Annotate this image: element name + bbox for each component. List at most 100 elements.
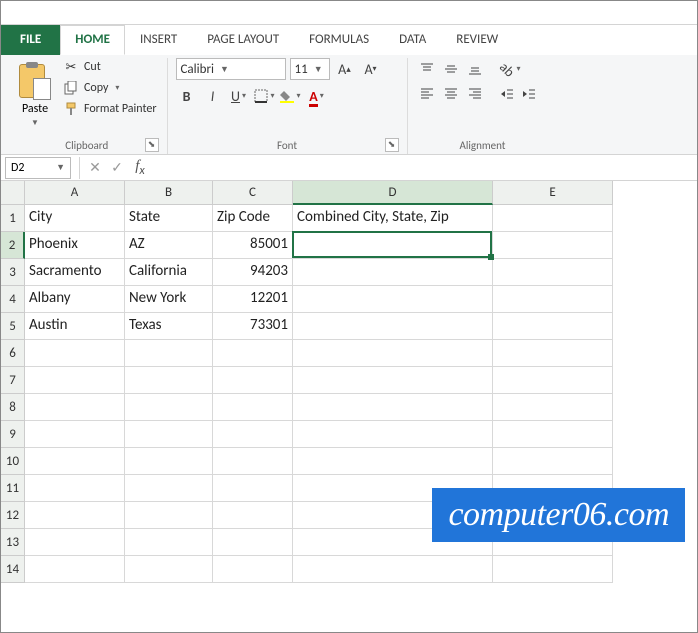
row-header-11[interactable]: 11	[1, 475, 25, 502]
cell-C10[interactable]	[213, 448, 293, 475]
cell-C3[interactable]: 94203	[213, 259, 293, 286]
cell-C5[interactable]: 73301	[213, 313, 293, 340]
cell-D3[interactable]	[293, 259, 493, 286]
row-header-9[interactable]: 9	[1, 421, 25, 448]
tab-home[interactable]: HOME	[60, 25, 125, 55]
cell-A8[interactable]	[25, 394, 125, 421]
cell-B9[interactable]	[125, 421, 213, 448]
format-painter-button[interactable]: Format Painter	[61, 100, 159, 118]
row-header-4[interactable]: 4	[1, 286, 25, 313]
cell-D4[interactable]	[293, 286, 493, 313]
row-header-7[interactable]: 7	[1, 367, 25, 394]
cell-E2[interactable]	[493, 232, 613, 259]
row-header-13[interactable]: 13	[1, 529, 25, 556]
column-header-C[interactable]: C	[213, 181, 293, 205]
cell-C7[interactable]	[213, 367, 293, 394]
enter-formula-button[interactable]: ✓	[106, 157, 128, 179]
row-header-14[interactable]: 14	[1, 556, 25, 583]
fx-icon[interactable]: fx	[128, 158, 152, 178]
cell-A4[interactable]: Albany	[25, 286, 125, 313]
cell-B14[interactable]	[125, 556, 213, 583]
copy-button[interactable]: Copy▾	[61, 79, 159, 97]
cell-C9[interactable]	[213, 421, 293, 448]
cell-A5[interactable]: Austin	[25, 313, 125, 340]
font-name-combo[interactable]: Calibri▼	[176, 58, 286, 80]
cell-D6[interactable]	[293, 340, 493, 367]
tab-data[interactable]: DATA	[384, 25, 441, 55]
row-header-12[interactable]: 12	[1, 502, 25, 529]
column-header-E[interactable]: E	[493, 181, 613, 205]
column-header-D[interactable]: D	[293, 181, 493, 205]
increase-indent-button[interactable]	[518, 83, 540, 105]
align-bottom-button[interactable]	[464, 58, 486, 80]
row-header-6[interactable]: 6	[1, 340, 25, 367]
cell-C2[interactable]: 85001	[213, 232, 293, 259]
cell-D2[interactable]	[293, 232, 493, 259]
tab-file[interactable]: FILE	[1, 25, 60, 55]
row-header-1[interactable]: 1	[1, 205, 25, 232]
tab-pagelayout[interactable]: PAGE LAYOUT	[192, 25, 294, 55]
cell-E9[interactable]	[493, 421, 613, 448]
cell-D8[interactable]	[293, 394, 493, 421]
decrease-indent-button[interactable]	[496, 83, 518, 105]
fill-color-button[interactable]: ▾	[280, 85, 302, 107]
cell-E6[interactable]	[493, 340, 613, 367]
bold-button[interactable]: B	[176, 85, 198, 107]
cell-A9[interactable]	[25, 421, 125, 448]
cell-A11[interactable]	[25, 475, 125, 502]
cell-B11[interactable]	[125, 475, 213, 502]
tab-formulas[interactable]: FORMULAS	[294, 25, 384, 55]
row-header-8[interactable]: 8	[1, 394, 25, 421]
cell-C1[interactable]: Zip Code	[213, 205, 293, 232]
column-header-B[interactable]: B	[125, 181, 213, 205]
border-button[interactable]: ▾	[254, 85, 276, 107]
cell-A6[interactable]	[25, 340, 125, 367]
cell-D9[interactable]	[293, 421, 493, 448]
cell-D10[interactable]	[293, 448, 493, 475]
cell-B10[interactable]	[125, 448, 213, 475]
increase-font-button[interactable]: A▴	[334, 58, 356, 80]
cell-E8[interactable]	[493, 394, 613, 421]
cell-E7[interactable]	[493, 367, 613, 394]
cell-A12[interactable]	[25, 502, 125, 529]
cell-D7[interactable]	[293, 367, 493, 394]
cell-C12[interactable]	[213, 502, 293, 529]
cell-B8[interactable]	[125, 394, 213, 421]
select-all-corner[interactable]	[1, 181, 25, 205]
cell-B4[interactable]: New York	[125, 286, 213, 313]
font-color-button[interactable]: A▾	[306, 85, 328, 107]
row-header-2[interactable]: 2	[1, 232, 25, 259]
tab-review[interactable]: REVIEW	[441, 25, 513, 55]
cell-B2[interactable]: AZ	[125, 232, 213, 259]
cancel-formula-button[interactable]: ✕	[84, 157, 106, 179]
cell-C11[interactable]	[213, 475, 293, 502]
cell-A13[interactable]	[25, 529, 125, 556]
cell-D14[interactable]	[293, 556, 493, 583]
align-top-button[interactable]	[416, 58, 438, 80]
cell-C4[interactable]: 12201	[213, 286, 293, 313]
underline-button[interactable]: U▾	[228, 85, 250, 107]
cell-B5[interactable]: Texas	[125, 313, 213, 340]
row-header-5[interactable]: 5	[1, 313, 25, 340]
orientation-button[interactable]: ab▾	[496, 58, 526, 80]
cell-A10[interactable]	[25, 448, 125, 475]
cell-C6[interactable]	[213, 340, 293, 367]
cell-A7[interactable]	[25, 367, 125, 394]
row-header-3[interactable]: 3	[1, 259, 25, 286]
decrease-font-button[interactable]: A▾	[360, 58, 382, 80]
font-launcher[interactable]: ⬊	[385, 138, 399, 152]
cell-E14[interactable]	[493, 556, 613, 583]
cell-A2[interactable]: Phoenix	[25, 232, 125, 259]
italic-button[interactable]: I	[202, 85, 224, 107]
name-box[interactable]: D2▼	[5, 157, 71, 179]
cell-A3[interactable]: Sacramento	[25, 259, 125, 286]
cell-A14[interactable]	[25, 556, 125, 583]
align-middle-button[interactable]	[440, 58, 462, 80]
cell-E3[interactable]	[493, 259, 613, 286]
tab-insert[interactable]: INSERT	[125, 25, 192, 55]
row-header-10[interactable]: 10	[1, 448, 25, 475]
font-size-combo[interactable]: 11▼	[290, 58, 330, 80]
clipboard-launcher[interactable]: ⬊	[145, 138, 159, 152]
cell-A1[interactable]: City	[25, 205, 125, 232]
cell-C13[interactable]	[213, 529, 293, 556]
